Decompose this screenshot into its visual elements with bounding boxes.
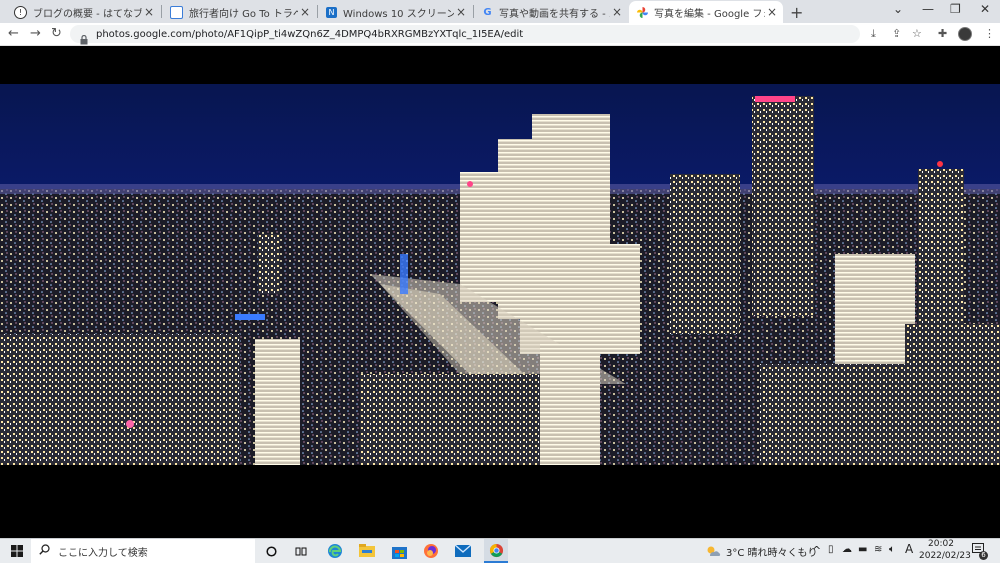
edited-photo xyxy=(0,84,1000,465)
url-text: photos.google.com/photo/AF1QipP_ti4wZQn6… xyxy=(96,28,524,40)
notification-badge: 6 xyxy=(979,551,988,560)
back-arrow-icon[interactable]: ← xyxy=(8,26,19,41)
device-icon[interactable]: ▯ xyxy=(828,544,834,555)
tab-title: ブログの概要 - はてなブログ xyxy=(33,8,142,20)
address-bar[interactable]: photos.google.com/photo/AF1QipP_ti4wZQn6… xyxy=(70,25,860,44)
windows-taskbar: ここに入力して検索 3°C 晴れ時々くもり ^ ▯ ☁ ▬ ≋ 🔈︎ A 20:… xyxy=(0,538,1000,563)
extensions-icon[interactable]: ✚ xyxy=(938,27,947,40)
hatena-icon: ! xyxy=(14,5,27,19)
cloud-icon[interactable]: ☁ xyxy=(842,544,852,555)
tab-title: 写真や動画を共有する - パソコン - G... xyxy=(499,8,610,20)
chevron-down-icon[interactable]: ⌄ xyxy=(893,2,903,16)
tab-goto-travel[interactable]: 旅行者向け Go To トラベル事業公式... × xyxy=(162,1,316,23)
firefox-icon[interactable] xyxy=(422,542,440,560)
tab-google-help[interactable]: G 写真や動画を共有する - パソコン - G... × xyxy=(474,1,628,23)
windows-start-icon[interactable] xyxy=(8,542,26,560)
mail-icon[interactable] xyxy=(454,542,472,560)
share-icon[interactable]: ⇪ xyxy=(892,27,901,40)
n-site-icon: N xyxy=(326,6,337,18)
search-placeholder: ここに入力して検索 xyxy=(58,547,148,559)
night-cityscape-image xyxy=(0,84,1000,465)
tab-windows-screenshot[interactable]: N Windows 10 スクリーンショットを撮る... × xyxy=(318,1,472,23)
menu-icon[interactable]: ⋮ xyxy=(984,27,995,40)
google-photos-icon xyxy=(637,6,648,18)
minimize-icon[interactable]: — xyxy=(922,2,934,16)
google-icon: G xyxy=(483,6,492,18)
bookmark-star-icon[interactable]: ☆ xyxy=(912,27,922,40)
close-icon[interactable]: × xyxy=(298,5,312,19)
window-close-icon[interactable]: ✕ xyxy=(980,2,990,16)
page-icon xyxy=(170,5,183,19)
taskbar-search-box[interactable]: ここに入力して検索 xyxy=(31,539,255,563)
avatar[interactable] xyxy=(958,27,972,41)
weather-icon[interactable] xyxy=(704,542,722,560)
cortana-icon[interactable] xyxy=(262,542,280,560)
close-icon[interactable]: × xyxy=(142,5,156,19)
tab-google-photos-edit[interactable]: 写真を編集 - Google フォト × xyxy=(629,1,783,23)
ime-indicator[interactable]: A xyxy=(905,542,913,556)
restore-icon[interactable]: ❐ xyxy=(950,2,961,16)
chrome-icon[interactable] xyxy=(484,539,508,563)
new-tab-button[interactable]: + xyxy=(790,3,803,22)
close-icon[interactable]: × xyxy=(765,5,779,19)
tab-title: 写真を編集 - Google フォト xyxy=(654,8,765,20)
close-icon[interactable]: × xyxy=(454,5,468,19)
battery-icon[interactable]: ▬ xyxy=(858,544,867,555)
close-icon[interactable]: × xyxy=(610,5,624,19)
file-explorer-icon[interactable] xyxy=(358,542,376,560)
chevron-up-icon[interactable]: ^ xyxy=(812,544,821,557)
tab-title: Windows 10 スクリーンショットを撮る... xyxy=(343,8,454,20)
tab-title: 旅行者向け Go To トラベル事業公式... xyxy=(189,8,298,20)
speaker-icon[interactable]: 🔈︎ xyxy=(889,544,895,555)
browser-toolbar: ← → ↻ photos.google.com/photo/AF1QipP_ti… xyxy=(0,23,1000,46)
edge-browser-icon[interactable] xyxy=(326,542,344,560)
tab-hatena-blog[interactable]: ! ブログの概要 - はてなブログ × xyxy=(6,1,160,23)
wifi-icon[interactable]: ≋ xyxy=(874,544,882,555)
microsoft-store-icon[interactable] xyxy=(390,542,408,560)
reload-icon[interactable]: ↻ xyxy=(51,26,62,41)
tab-strip: ! ブログの概要 - はてなブログ × 旅行者向け Go To トラベル事業公式… xyxy=(0,0,1000,23)
clock-date[interactable]: 2022/02/23 xyxy=(919,551,971,561)
forward-arrow-icon[interactable]: → xyxy=(30,26,41,41)
task-view-icon[interactable] xyxy=(292,542,310,560)
lock-icon xyxy=(80,30,88,44)
install-app-icon[interactable]: ⤓ xyxy=(871,27,876,41)
clock-time[interactable]: 20:02 xyxy=(926,539,956,549)
search-icon xyxy=(39,544,50,558)
weather-text[interactable]: 3°C 晴れ時々くもり xyxy=(726,544,818,559)
